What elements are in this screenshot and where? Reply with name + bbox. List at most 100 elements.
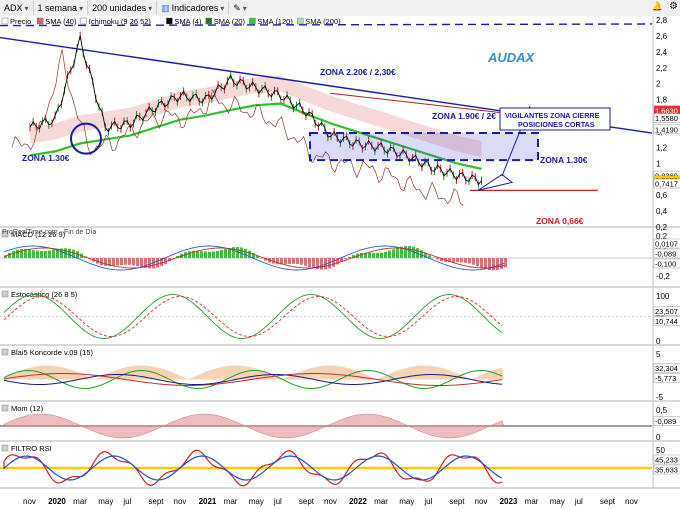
- x-axis-label: may: [98, 497, 113, 506]
- panel-value-label: -0,089: [655, 417, 676, 426]
- panel-title: Mom (12): [11, 404, 44, 413]
- macd-bar: [224, 248, 227, 258]
- zona-130-right-label: ZONA 1.30€: [540, 155, 588, 165]
- panel-tick-label: 5: [656, 350, 661, 359]
- macd-bar: [348, 256, 351, 258]
- panel-tick-label: 100: [656, 292, 670, 301]
- title-audax: AUDAX: [487, 50, 536, 65]
- x-axis-label: mar: [224, 497, 238, 506]
- macd-bar: [100, 258, 103, 266]
- panel-value-label: 32,304: [655, 364, 678, 373]
- x-axis-label: 2021: [199, 497, 217, 506]
- macd-bar: [104, 258, 107, 266]
- x-axis-label: 2023: [500, 497, 518, 506]
- panel-value-label: -5,773: [655, 374, 676, 383]
- macd-bar: [208, 251, 211, 258]
- macd-bar: [380, 252, 383, 258]
- legend-swatch: [205, 17, 213, 25]
- x-axis-label: jul: [574, 497, 583, 506]
- macd-bar: [452, 258, 455, 263]
- macd-bar: [220, 249, 223, 258]
- macd-bar: [396, 247, 399, 258]
- x-axis-label: jul: [273, 497, 282, 506]
- macd-bar: [496, 258, 499, 271]
- panel-tick-label: 0,5: [656, 406, 668, 415]
- zona-190-label: ZONA 1.90€ / 2€: [432, 111, 496, 121]
- macd-bar: [40, 250, 43, 258]
- macd-bar: [476, 258, 479, 267]
- macd-bar: [404, 246, 407, 258]
- macd-bar: [52, 249, 55, 258]
- macd-bar: [16, 249, 19, 258]
- legend-item: SMA (40): [45, 17, 77, 26]
- panel-value-label: 0,0107: [655, 240, 678, 249]
- price-label: 1,5580: [655, 114, 678, 123]
- macd-bar: [28, 249, 31, 258]
- macd-bar: [136, 258, 139, 267]
- x-axis-label: nov: [174, 497, 187, 506]
- price-tick-label: 2,6: [656, 32, 668, 41]
- macd-bar: [216, 250, 219, 258]
- panel-swatch: [1, 444, 9, 452]
- panel-swatch: [1, 290, 9, 298]
- x-axis-label: mar: [525, 497, 539, 506]
- x-axis-label: sept: [148, 497, 164, 506]
- chart-canvas[interactable]: Precio SMA (40) Ichimoku (9 26 52) SMA (4) S…: [0, 16, 680, 509]
- pencil-icon: ✎: [233, 2, 241, 13]
- x-axis-label: nov: [625, 497, 638, 506]
- price-tick-label: 1,8: [656, 96, 668, 105]
- period-select[interactable]: 1 semana ▾: [34, 1, 89, 15]
- macd-bar: [456, 258, 459, 263]
- macd-bar: [116, 258, 119, 266]
- x-axis-label: may: [550, 497, 565, 506]
- symbol-select[interactable]: ADX ▾: [0, 1, 34, 15]
- period-label: 1 semana: [37, 3, 78, 13]
- settings-icon[interactable]: ⚙: [669, 1, 678, 12]
- x-axis-label: mar: [73, 497, 87, 506]
- price-tick-label: 0,6: [656, 191, 668, 200]
- macd-bar: [140, 258, 143, 268]
- legend-swatch: [296, 17, 304, 25]
- price-tick-label: 0,2: [656, 223, 668, 232]
- macd-bar: [44, 250, 47, 258]
- macd-bar: [120, 258, 123, 266]
- panel-title: Blai5 Koncorde v.09 (15): [11, 348, 93, 357]
- macd-bar: [304, 258, 307, 266]
- macd-bar: [48, 250, 51, 258]
- legend-swatch: [36, 17, 44, 25]
- panel-value-label: -0,089: [655, 250, 676, 259]
- macd-bar: [284, 258, 287, 265]
- x-axis-label: sept: [449, 497, 465, 506]
- x-axis-label: nov: [23, 497, 36, 506]
- bell-icon[interactable]: 🔔: [652, 1, 663, 12]
- x-axis-label: 2022: [349, 497, 367, 506]
- footer-label: ProRealTime.com - Fin de Día: [2, 229, 96, 236]
- panel-title: Estocástico (26 8 5): [11, 290, 78, 299]
- macd-bar: [408, 246, 411, 258]
- macd-bar: [288, 258, 291, 264]
- pencil-button[interactable]: ✎ ▾: [229, 1, 251, 15]
- panel-value-label: 35,633: [655, 466, 678, 475]
- legend-swatch: [249, 17, 256, 25]
- macd-bar: [204, 251, 207, 258]
- chevron-down-icon: ▾: [220, 3, 225, 13]
- price-label: 0,7417: [655, 180, 678, 189]
- macd-bar: [436, 258, 439, 260]
- panel-tick-label: 0: [656, 433, 661, 442]
- macd-bar: [196, 250, 199, 258]
- macd-bar: [372, 252, 375, 258]
- indicators-label: Indicadores: [171, 3, 219, 13]
- price-tick-label: 1: [656, 159, 661, 168]
- panel-swatch: [1, 348, 9, 356]
- macd-bar: [112, 258, 115, 266]
- macd-bar: [296, 258, 299, 265]
- macd-bar: [156, 258, 159, 268]
- macd-bar: [148, 258, 151, 269]
- x-axis-label: nov: [475, 497, 488, 506]
- price-tick-label: 2: [656, 80, 661, 89]
- price-label: 1,4190: [655, 125, 678, 134]
- units-select[interactable]: 200 unidades ▾: [88, 1, 158, 15]
- macd-bar: [460, 258, 463, 263]
- macd-bar: [464, 258, 467, 263]
- indicators-button[interactable]: ▥ Indicadores ▾: [157, 1, 230, 15]
